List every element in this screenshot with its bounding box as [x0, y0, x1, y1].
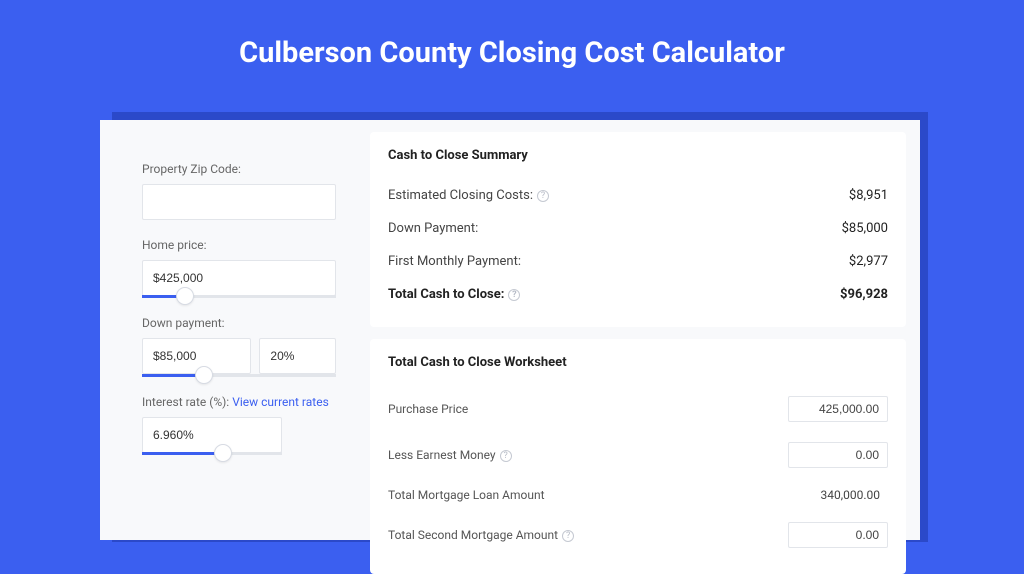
- view-rates-link[interactable]: View current rates: [232, 395, 329, 409]
- home-price-input[interactable]: [142, 260, 336, 296]
- summary-row-label: Estimated Closing Costs:?: [388, 188, 549, 203]
- interest-label-text: Interest rate (%):: [142, 395, 229, 409]
- worksheet-heading: Total Cash to Close Worksheet: [388, 355, 888, 370]
- down-payment-label: Down payment:: [142, 316, 336, 330]
- inputs-column: Property Zip Code: Home price: Down paym…: [100, 120, 360, 540]
- zip-input[interactable]: [142, 184, 336, 220]
- help-icon[interactable]: ?: [537, 190, 549, 202]
- summary-row-label: First Monthly Payment:: [388, 254, 521, 269]
- worksheet-row: Less Earnest Money?: [388, 432, 888, 478]
- page-title: Culberson County Closing Cost Calculator: [0, 0, 1024, 98]
- home-price-field: Home price:: [142, 238, 336, 298]
- summary-heading: Cash to Close Summary: [388, 148, 888, 163]
- summary-row-value: $85,000: [842, 221, 888, 236]
- worksheet-row-label: Total Second Mortgage Amount?: [388, 528, 574, 542]
- interest-field: Interest rate (%): View current rates: [142, 395, 336, 455]
- worksheet-value: 340,000.00: [788, 488, 888, 502]
- calculator-card: Property Zip Code: Home price: Down paym…: [100, 120, 920, 540]
- zip-field: Property Zip Code:: [142, 162, 336, 220]
- worksheet-input[interactable]: [788, 522, 888, 548]
- summary-row: Estimated Closing Costs:? $8,951: [388, 179, 888, 212]
- down-payment-slider[interactable]: [142, 374, 336, 377]
- summary-row: First Monthly Payment: $2,977: [388, 245, 888, 278]
- home-price-label: Home price:: [142, 238, 336, 252]
- help-icon[interactable]: ?: [508, 289, 520, 301]
- zip-label: Property Zip Code:: [142, 162, 336, 176]
- help-icon[interactable]: ?: [562, 530, 574, 542]
- down-payment-pct-input[interactable]: [259, 338, 336, 374]
- summary-row-value: $2,977: [849, 254, 888, 269]
- help-icon[interactable]: ?: [500, 450, 512, 462]
- worksheet-row-label: Total Mortgage Loan Amount: [388, 488, 545, 502]
- interest-slider[interactable]: [142, 452, 282, 455]
- summary-row-label: Total Cash to Close:?: [388, 287, 520, 302]
- worksheet-input[interactable]: [788, 396, 888, 422]
- summary-row-label: Down Payment:: [388, 221, 478, 236]
- worksheet-row-label: Less Earnest Money?: [388, 448, 512, 462]
- summary-row-value: $96,928: [840, 287, 888, 302]
- worksheet-row: Total Mortgage Loan Amount 340,000.00: [388, 478, 888, 512]
- summary-row: Total Cash to Close:? $96,928: [388, 278, 888, 311]
- worksheet-row-label: Purchase Price: [388, 402, 468, 416]
- worksheet-row: Total Second Mortgage Amount?: [388, 512, 888, 558]
- down-payment-field: Down payment:: [142, 316, 336, 377]
- results-column: Cash to Close Summary Estimated Closing …: [360, 120, 920, 540]
- worksheet-panel: Total Cash to Close Worksheet Purchase P…: [370, 339, 906, 574]
- interest-label: Interest rate (%): View current rates: [142, 395, 336, 409]
- summary-panel: Cash to Close Summary Estimated Closing …: [370, 132, 906, 327]
- worksheet-input[interactable]: [788, 442, 888, 468]
- home-price-slider[interactable]: [142, 295, 336, 298]
- summary-row: Down Payment: $85,000: [388, 212, 888, 245]
- worksheet-row: Purchase Price: [388, 386, 888, 432]
- summary-row-value: $8,951: [849, 188, 888, 203]
- interest-input[interactable]: [142, 417, 282, 453]
